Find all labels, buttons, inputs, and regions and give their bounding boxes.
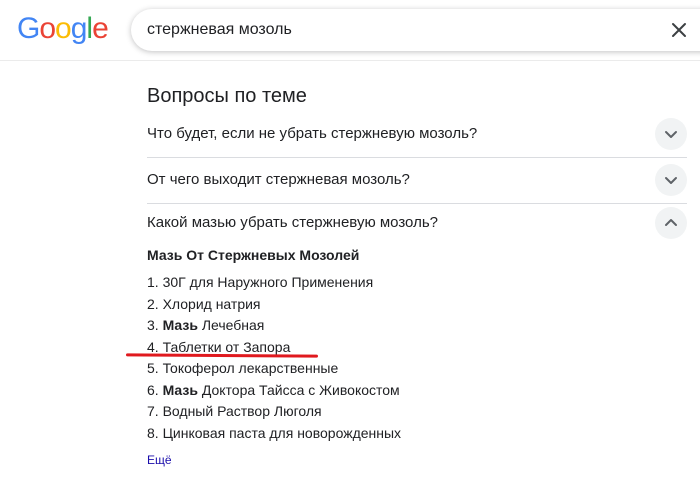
question-text: Какой мазью убрать стержневую мозоль? <box>147 214 438 231</box>
search-box[interactable]: стержневая мозоль <box>131 9 700 51</box>
header-divider <box>0 60 700 61</box>
search-input[interactable]: стержневая мозоль <box>147 9 292 51</box>
answer-title: Мазь От Стержневых Мозолей <box>147 247 360 263</box>
list-item: 1. 30Г для Наружного Применения <box>147 274 374 290</box>
chevron-up-icon[interactable] <box>655 207 687 239</box>
related-questions-title: Вопросы по теме <box>147 85 307 107</box>
list-item: 8. Цинковая паста для новорожденных <box>147 424 402 441</box>
logo-letter: o <box>55 12 72 45</box>
chevron-down-icon[interactable] <box>655 164 687 196</box>
answer-list: 1. 30Г для Наружного Применения 2. Хлори… <box>147 272 401 444</box>
list-item: 3. Мазь Лечебная <box>147 317 265 333</box>
logo-letter: o <box>39 12 56 45</box>
logo-letter: G <box>17 12 40 45</box>
google-logo[interactable]: Google <box>17 12 109 45</box>
question-text: Что будет, если не убрать стержневую моз… <box>147 125 478 142</box>
list-item: 2. Хлорид натрия <box>147 295 261 312</box>
close-icon[interactable] <box>669 20 689 40</box>
question-row[interactable]: Что будет, если не убрать стержневую моз… <box>147 111 687 157</box>
logo-letter: e <box>92 12 109 45</box>
question-text: От чего выходит стержневая мозоль? <box>147 171 410 188</box>
more-link[interactable]: Ещё <box>147 453 172 467</box>
question-row[interactable]: От чего выходит стержневая мозоль? <box>147 157 687 203</box>
logo-letter: g <box>70 12 88 45</box>
list-item: 7. Водный Раствор Люголя <box>147 403 322 419</box>
list-item: 6. Мазь Доктора Тайсса с Живокостом <box>147 381 400 398</box>
chevron-down-icon[interactable] <box>655 118 687 150</box>
list-item: 5. Токоферол лекарственные <box>147 360 339 376</box>
question-row-expanded[interactable]: Какой мазью убрать стержневую мозоль? <box>147 200 687 246</box>
